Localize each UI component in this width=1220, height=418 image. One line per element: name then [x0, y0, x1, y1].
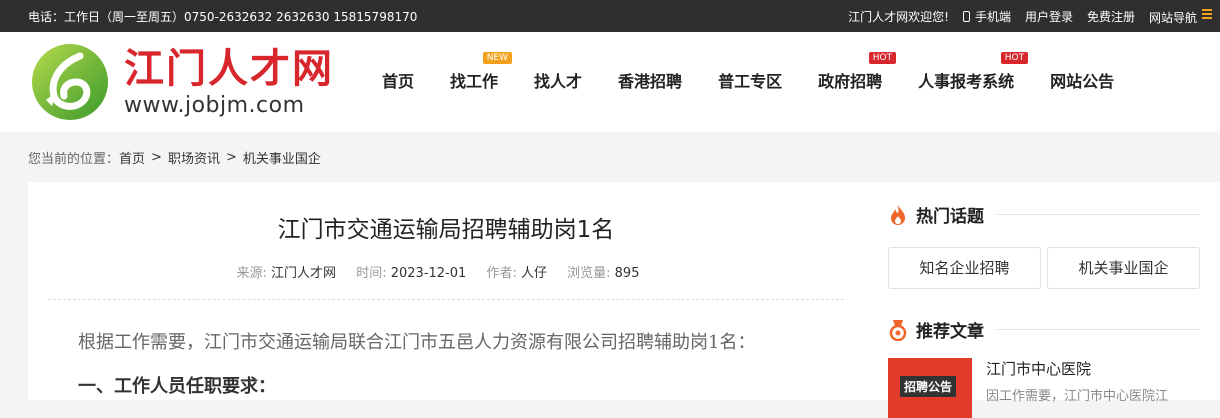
recommended-item-desc: 因工作需要，江门市中心医院江: [986, 389, 1169, 404]
logo-mark-icon: [32, 44, 108, 120]
phone-icon: [962, 10, 970, 22]
topic-tag[interactable]: 知名企业招聘: [888, 247, 1041, 289]
register-link[interactable]: 免费注册: [1087, 8, 1135, 25]
recommended-title: 推荐文章: [916, 322, 984, 342]
article-subheading: 一、工作人员任职要求：: [78, 376, 276, 397]
nav-announcements[interactable]: 网站公告: [1032, 62, 1132, 102]
header: 江门人才网 www.jobjm.com 首页 找工作 NEW 找人才 香港招聘 普…: [0, 32, 1220, 132]
article-meta: 来源: 江门人才网 时间: 2023-12-01 作者: 人仔 浏览量: 895: [48, 262, 844, 300]
site-nav-link[interactable]: 网站导航: [1149, 7, 1212, 26]
nav-hk-jobs[interactable]: 香港招聘: [600, 62, 700, 102]
nav-gov-jobs[interactable]: 政府招聘 HOT: [800, 52, 900, 102]
author-label: 作者:: [486, 266, 517, 281]
article-title: 江门市交通运输局招聘辅助岗1名: [277, 217, 615, 243]
thumbnail-label: 招聘公告: [900, 376, 957, 397]
content-area: 江门市交通运输局招聘辅助岗1名 来源: 江门人才网 时间: 2023-12-01…: [0, 182, 1220, 418]
nav-exam-system[interactable]: 人事报考系统 HOT: [900, 52, 1032, 102]
breadcrumb: 您当前的位置： 首页 > 职场资讯 > 机关事业国企: [0, 132, 1220, 182]
breadcrumb-separator: >: [151, 149, 162, 165]
nav-home[interactable]: 首页: [364, 62, 432, 102]
nav-find-talent[interactable]: 找人才: [516, 62, 600, 102]
logo-name: 江门人才网: [124, 45, 334, 92]
nav-find-job[interactable]: 找工作 NEW: [432, 52, 516, 102]
recommended-thumbnail: 招聘公告: [888, 358, 972, 418]
site-logo[interactable]: 江门人才网 www.jobjm.com: [30, 42, 350, 122]
medal-icon: [889, 319, 907, 341]
breadcrumb-prefix: 您当前的位置：: [28, 151, 120, 167]
source-label: 来源:: [236, 266, 267, 281]
time-label: 时间:: [356, 266, 387, 281]
hot-badge: HOT: [1000, 52, 1029, 64]
recommended-item-title: 江门市中心医院: [986, 360, 1092, 378]
breadcrumb-news[interactable]: 职场资讯: [168, 148, 220, 167]
welcome-text: 江门人才网欢迎您!: [848, 9, 949, 24]
breadcrumb-category[interactable]: 机关事业国企: [243, 148, 321, 167]
contact-text: 电话：工作日（周一至周五）0750-2632632 2632630 158157…: [28, 9, 418, 24]
hot-topics-title: 热门话题: [916, 207, 984, 227]
nav-general-workers[interactable]: 普工专区: [700, 62, 800, 102]
breadcrumb-home[interactable]: 首页: [119, 148, 145, 167]
views-value: 895: [614, 266, 640, 281]
top-bar: 电话：工作日（周一至周五）0750-2632632 2632630 158157…: [0, 0, 1220, 32]
hot-badge: HOT: [868, 52, 897, 64]
login-link[interactable]: 用户登录: [1025, 8, 1073, 25]
article: 江门市交通运输局招聘辅助岗1名 来源: 江门人才网 时间: 2023-12-01…: [28, 182, 864, 400]
recommended-header: 推荐文章: [888, 317, 1200, 342]
logo-url: www.jobjm.com: [124, 92, 305, 118]
mobile-link[interactable]: 手机端: [962, 8, 1011, 25]
sidebar: 热门话题 知名企业招聘 机关事业国企 推荐文章 招聘公告 江门市中心医院 因工作…: [864, 182, 1220, 418]
recommended-item[interactable]: 招聘公告 江门市中心医院 因工作需要，江门市中心医院江: [888, 358, 1200, 418]
breadcrumb-separator: >: [225, 149, 237, 165]
topic-tags: 知名企业招聘 机关事业国企: [888, 247, 1200, 289]
author-value: 人仔: [520, 266, 547, 281]
hot-topics-header: 热门话题: [888, 202, 1200, 227]
contact-info: 电话：工作日（周一至周五）0750-2632632 2632630 158157…: [28, 8, 417, 25]
time-value: 2023-12-01: [390, 266, 467, 281]
topic-tag[interactable]: 机关事业国企: [1047, 247, 1200, 289]
views-label: 浏览量:: [567, 266, 611, 281]
new-badge: NEW: [482, 52, 513, 64]
source-value: 江门人才网: [271, 266, 337, 281]
menu-icon: [1202, 7, 1212, 21]
flame-icon: [891, 204, 905, 225]
main-nav: 首页 找工作 NEW 找人才 香港招聘 普工专区 政府招聘 HOT 人事报考系统 HO…: [364, 52, 1132, 102]
article-paragraph: 根据工作需要，江门市交通运输局联合江门市五邑人力资源有限公司招聘辅助岗1名：: [78, 332, 756, 353]
